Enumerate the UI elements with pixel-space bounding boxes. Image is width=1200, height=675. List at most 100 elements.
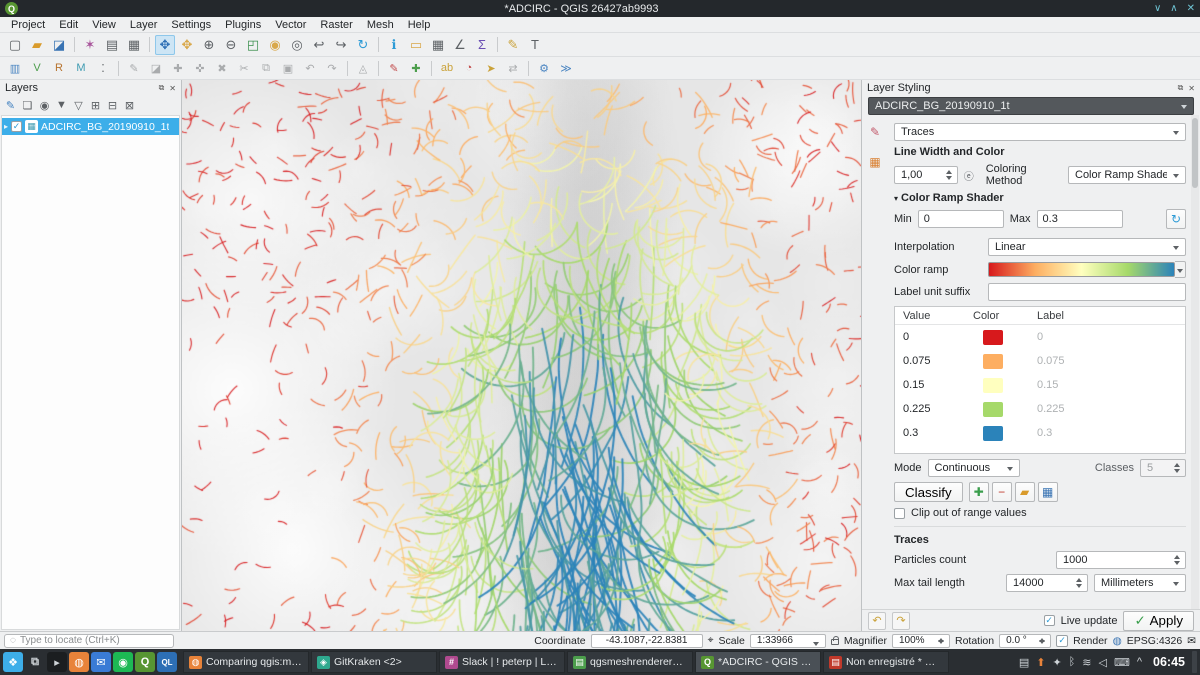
manage-map-themes-icon[interactable]: ◉ <box>36 97 53 114</box>
processing-toolbox-icon[interactable]: ⚙ <box>534 58 554 78</box>
firefox-icon[interactable]: ◍ <box>69 652 89 672</box>
color-class-row[interactable]: 0.2250.225 <box>895 397 1185 421</box>
mode-selector[interactable]: Continuous <box>928 459 1020 477</box>
identify-features-icon[interactable]: ℹ <box>384 35 404 55</box>
crs-label[interactable]: EPSG:4326 <box>1127 635 1182 647</box>
max-tail-length-spinbox[interactable]: 14000 <box>1006 574 1088 592</box>
remove-layer-icon[interactable]: ⊠ <box>121 97 138 114</box>
mesh-options-tab-icon[interactable]: ▦ <box>866 153 884 171</box>
extent-icon[interactable]: ⌖ <box>708 634 714 647</box>
class-color-swatch[interactable] <box>983 354 1003 369</box>
paste-features-icon[interactable]: ▣ <box>278 58 298 78</box>
volume-icon[interactable]: ◁ <box>1098 656 1106 669</box>
move-label-icon[interactable]: ⇄ <box>503 58 523 78</box>
new-project-icon[interactable]: ▢ <box>5 35 25 55</box>
menu-mesh[interactable]: Mesh <box>360 17 401 33</box>
taskbar-window-qgis[interactable]: Q*ADCIRC - QGIS 26427... <box>695 651 821 673</box>
close-button[interactable]: ✕ <box>1187 4 1195 14</box>
open-layer-styling-icon[interactable]: ✎ <box>2 97 19 114</box>
classify-button[interactable]: Classify <box>894 482 963 502</box>
class-color-swatch[interactable] <box>983 330 1003 345</box>
kmail-icon[interactable]: ✉ <box>91 652 111 672</box>
menu-help[interactable]: Help <box>401 17 438 33</box>
keyboard-icon[interactable]: ⌨ <box>1114 656 1130 669</box>
color-classes-table[interactable]: ValueColorLabel000.0750.0750.150.150.225… <box>894 306 1186 454</box>
apply-button[interactable]: ✓ Apply <box>1123 611 1194 631</box>
float-panel-icon[interactable]: ⧉ <box>1178 83 1184 93</box>
load-color-map-icon[interactable]: ▰ <box>1015 482 1035 502</box>
update-notifier-icon[interactable]: ⬆ <box>1036 656 1045 669</box>
cut-features-icon[interactable]: ✂ <box>234 58 254 78</box>
pin-labels-icon[interactable]: ➤ <box>481 58 501 78</box>
open-attribute-table-icon[interactable]: ▦ <box>428 35 448 55</box>
data-defined-override-icon[interactable]: ⓔ <box>964 168 974 183</box>
tray-expander-icon[interactable]: ^ <box>1137 656 1142 668</box>
symbology-tab-icon[interactable]: ✎ <box>866 123 884 141</box>
collapse-all-icon[interactable]: ⊟ <box>104 97 121 114</box>
network-icon[interactable]: ≋ <box>1082 656 1091 669</box>
interpolation-selector[interactable]: Linear <box>988 238 1186 256</box>
qgis-launcher-icon[interactable]: Q <box>135 652 155 672</box>
pan-map-icon[interactable]: ✥ <box>155 35 175 55</box>
layer-visibility-checkbox[interactable]: ✓ <box>11 121 22 132</box>
text-annotation-icon[interactable]: T <box>525 35 545 55</box>
taskbar-window-editor[interactable]: ▤qgsmeshrenderersetti... <box>567 651 693 673</box>
live-update-checkbox[interactable]: ✓ <box>1044 615 1055 626</box>
show-desktop-button[interactable] <box>1192 651 1197 673</box>
spotify-icon[interactable]: ◉ <box>113 652 133 672</box>
add-group-icon[interactable]: ❏ <box>19 97 36 114</box>
zoom-last-icon[interactable]: ↩ <box>309 35 329 55</box>
bluetooth-icon[interactable]: ᛒ <box>1069 656 1076 668</box>
menu-view[interactable]: View <box>85 17 123 33</box>
copy-features-icon[interactable]: ⧉ <box>256 58 276 78</box>
color-class-row[interactable]: 0.0750.075 <box>895 349 1185 373</box>
pan-to-selection-icon[interactable]: ✥ <box>177 35 197 55</box>
class-color-swatch[interactable] <box>983 402 1003 417</box>
taskbar-window-gitkraken[interactable]: ◈GitKraken <2> <box>311 651 437 673</box>
statistical-summary-icon[interactable]: Σ <box>472 35 492 55</box>
add-class-icon[interactable]: ✚ <box>969 482 989 502</box>
color-class-row[interactable]: 0.150.15 <box>895 373 1185 397</box>
menu-raster[interactable]: Raster <box>313 17 359 33</box>
zoom-to-layer-icon[interactable]: ◎ <box>287 35 307 55</box>
expand-all-icon[interactable]: ⊞ <box>87 97 104 114</box>
add-feature-icon[interactable]: ✚ <box>168 58 188 78</box>
layer-labeling-icon[interactable]: ab <box>437 58 457 78</box>
app-launcher-icon[interactable]: ❖ <box>3 652 23 672</box>
zoom-out-icon[interactable]: ⊖ <box>221 35 241 55</box>
classes-spinbox[interactable]: 5 <box>1140 459 1186 477</box>
redo-icon[interactable]: ↷ <box>322 58 342 78</box>
close-panel-icon[interactable]: ✕ <box>1188 84 1195 93</box>
expand-caret-icon[interactable]: ▸ <box>4 122 8 131</box>
max-input[interactable]: 0.3 <box>1037 210 1123 228</box>
html-annotation-icon[interactable]: ✚ <box>406 58 426 78</box>
klipper-icon[interactable]: ▤ <box>1019 656 1029 669</box>
minimize-button[interactable]: ∨ <box>1154 4 1161 14</box>
magnifier-spinbox[interactable]: 100% <box>892 634 950 648</box>
reload-min-max-button[interactable]: ↻ <box>1166 209 1186 229</box>
menu-plugins[interactable]: Plugins <box>218 17 268 33</box>
toggle-editing-icon[interactable]: ✎ <box>124 58 144 78</box>
layout-manager-icon[interactable]: ▦ <box>124 35 144 55</box>
add-raster-layer-icon[interactable]: R <box>49 58 69 78</box>
map-canvas[interactable] <box>182 80 861 631</box>
lock-scale-icon[interactable] <box>831 639 839 645</box>
export-color-map-icon[interactable]: ▦ <box>1038 482 1058 502</box>
rotation-spinbox[interactable]: 0.0 ° <box>999 634 1051 648</box>
zoom-full-icon[interactable]: ◰ <box>243 35 263 55</box>
render-checkbox[interactable]: ✓ <box>1056 635 1068 647</box>
taskbar-window-slack[interactable]: #Slack | ! peterp | Lutr... <box>439 651 565 673</box>
scale-selector[interactable]: 1:33966 <box>750 634 826 648</box>
line-width-spinbox[interactable]: 1,00 <box>894 166 958 184</box>
zoom-to-selection-icon[interactable]: ◉ <box>265 35 285 55</box>
style-redo-icon[interactable]: ↷ <box>892 612 910 630</box>
clip-checkbox[interactable]: ✓ <box>894 508 905 519</box>
map-tips-icon[interactable]: ✎ <box>503 35 523 55</box>
styling-layer-selector[interactable]: ADCIRC_BG_20190910_1t <box>868 97 1194 115</box>
locate-input[interactable]: ◌ Type to locate (Ctrl+K) <box>4 634 174 648</box>
save-edits-icon[interactable]: ◪ <box>146 58 166 78</box>
open-project-icon[interactable]: ▰ <box>27 35 47 55</box>
virtual-desktop-pager-icon[interactable]: ⧉ <box>25 652 45 672</box>
label-unit-suffix-input[interactable] <box>988 283 1186 301</box>
layer-item-adcirc[interactable]: ▸ ✓ ▦ ADCIRC_BG_20190910_1t <box>2 118 179 135</box>
